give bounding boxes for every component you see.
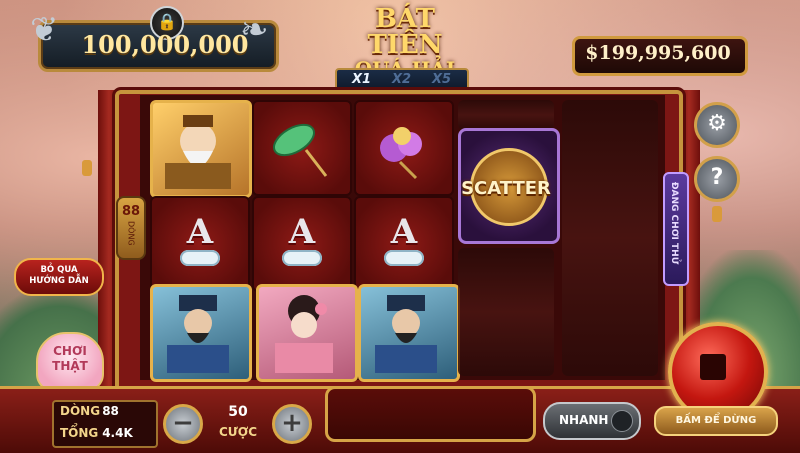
demo-mode-tag: ĐANG CHƠI THỬ	[663, 172, 689, 286]
lantern-icon	[82, 160, 92, 176]
total-value: 4.4K	[102, 426, 133, 440]
balance-value: $199,995,600	[585, 42, 731, 64]
multiplier-x2: X2	[392, 72, 412, 87]
symbol-letter-a: A	[354, 196, 454, 292]
multiplier-x1: X1	[352, 72, 372, 87]
total-row: TỔNG 4.4K	[60, 426, 133, 440]
cloud-icon	[282, 250, 322, 266]
sage-portrait-icon	[165, 115, 231, 189]
skip-tutorial-button[interactable]: BỎ QUA HƯỚNG DẪN	[14, 258, 104, 296]
logo-line1: BÁT TIÊN	[367, 4, 443, 60]
stop-icon	[700, 354, 726, 380]
lotus-flower-icon	[380, 127, 422, 180]
symbol-lotus-flower	[354, 100, 454, 196]
total-label: TỔNG	[60, 426, 99, 440]
lines-tag-number: 88	[121, 204, 141, 219]
scatter-label: SCATTER	[461, 178, 551, 199]
letter-a-label: A	[288, 212, 316, 252]
lines-tag-label: DÒNG	[126, 221, 136, 246]
lines-value: 88	[102, 404, 119, 418]
symbol-warrior	[150, 284, 252, 382]
gear-icon[interactable]: ⚙	[694, 102, 740, 148]
cloud-icon	[384, 250, 424, 266]
skip-tutorial-label-2: HƯỚNG DẪN	[29, 276, 89, 286]
play-real-label-1: CHƠI	[53, 344, 87, 358]
lines-row: DÒNG 88	[60, 404, 119, 418]
lines-label: DÒNG	[60, 404, 101, 418]
toggle-knob	[611, 410, 633, 432]
fast-spin-toggle[interactable]: NHANH	[543, 402, 641, 440]
increase-bet-button[interactable]: +	[272, 404, 312, 444]
lines-tag: 88 DÒNG	[116, 196, 146, 260]
letter-a-label: A	[390, 212, 418, 252]
question-icon[interactable]: ?	[694, 156, 740, 202]
symbol-letter-a: A	[252, 196, 352, 292]
message-panel	[325, 386, 536, 442]
jade-fan-icon	[273, 123, 328, 177]
bet-label: CƯỢC	[218, 425, 258, 439]
demo-mode-label: ĐANG CHƠI THỬ	[669, 182, 679, 265]
symbol-jade-fan	[252, 100, 352, 196]
cloud-icon	[180, 250, 220, 266]
symbol-warrior	[358, 284, 460, 382]
fast-spin-label: NHANH	[559, 413, 609, 427]
multiplier-x5: X5	[432, 72, 452, 87]
lantern-icon	[712, 206, 722, 222]
decrease-bet-button[interactable]: −	[163, 404, 203, 444]
symbol-letter-a: A	[150, 196, 250, 292]
warrior-portrait-icon	[167, 295, 229, 373]
symbol-lady	[256, 284, 358, 382]
lady-portrait-icon	[275, 295, 333, 373]
skip-tutorial-label-1: BỎ QUA	[40, 265, 78, 275]
letter-a-label: A	[186, 212, 214, 252]
reel-5-spinning	[562, 100, 658, 376]
symbol-blurred-top	[458, 100, 554, 130]
play-real-button[interactable]: CHƠI THẬT	[36, 332, 104, 392]
bet-value: 50	[228, 404, 248, 420]
stop-label: BẤM ĐỂ DỪNG	[654, 406, 778, 436]
warrior-portrait-icon	[375, 295, 437, 373]
jackpot-value: 100,000,000	[81, 30, 249, 59]
symbol-elder-sage	[150, 100, 252, 198]
reel-4-spinning	[458, 248, 554, 376]
play-real-label-2: THẬT	[52, 359, 88, 373]
